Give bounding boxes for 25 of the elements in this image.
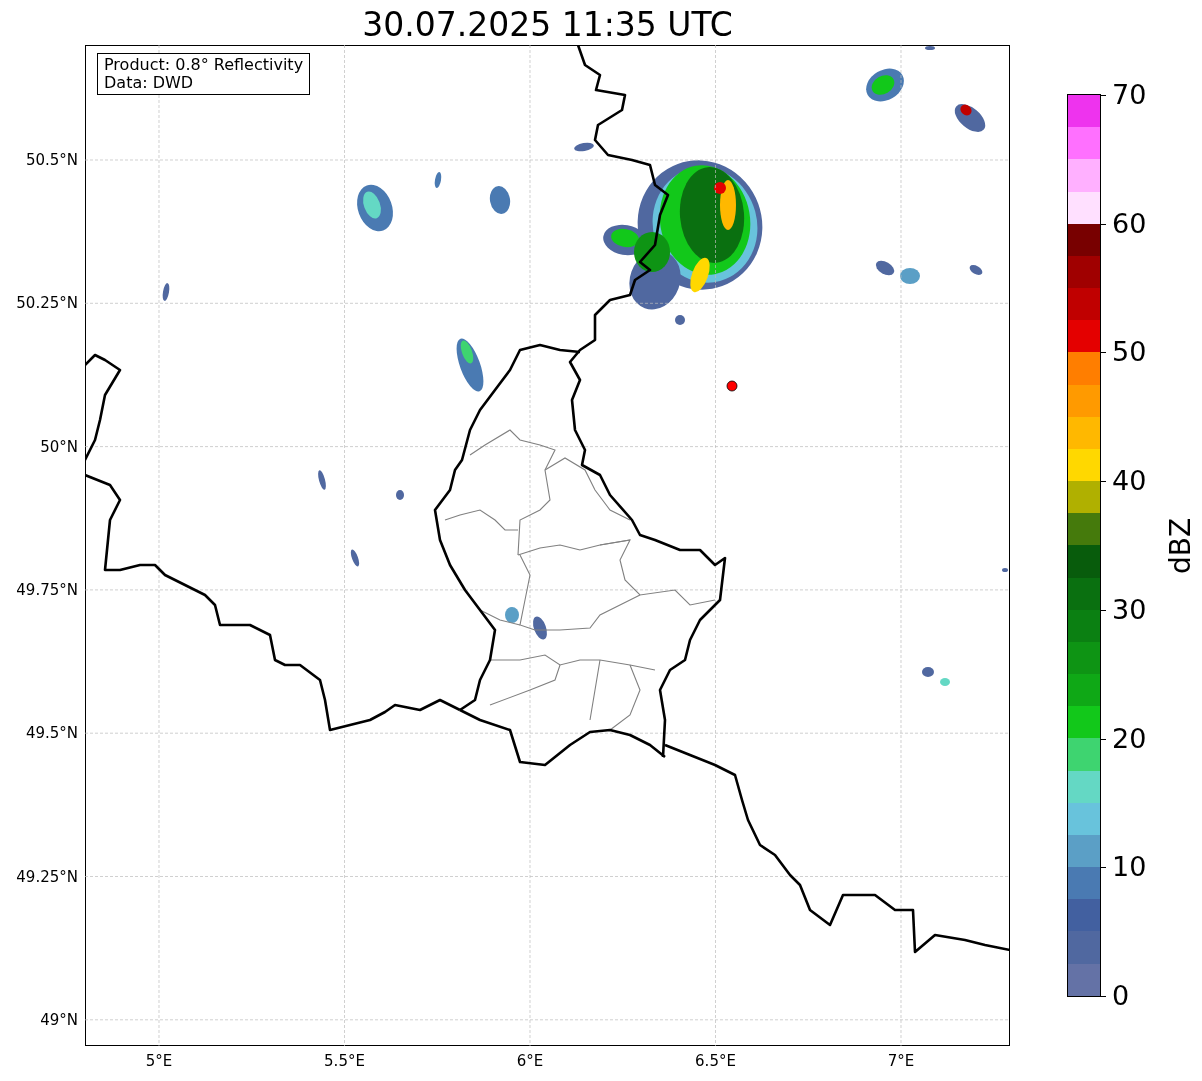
longitude-label: 6°E [516,1052,544,1070]
colorbar-tick-label: 0 [1112,981,1130,1011]
colorbar-tick-label: 20 [1112,723,1147,754]
latitude-label: 49.25°N [16,867,78,886]
chart-title: 30.07.2025 11:35 UTC [362,5,733,45]
longitude-label: 7°E [887,1052,915,1070]
info-text: Data: DWD [104,74,195,92]
colorbar-label: dBZ [1164,517,1197,574]
location-marker [726,380,738,392]
latitude-label: 49.5°N [25,724,78,743]
latitude-label: 50°N [40,437,78,456]
colorbar-tick-label: 70 [1112,80,1147,110]
colorbar-tick-label: 30 [1112,594,1147,625]
colorbar-tick-label: 10 [1112,852,1147,883]
info-text: Product: 0.8° Reflectivity [104,56,304,74]
colorbar-tick-label: 40 [1112,466,1147,497]
longitude-label: 6.5°E [695,1052,736,1070]
latitude-label: 49.75°N [16,580,78,599]
colorbar-tick-label: 50 [1112,337,1147,368]
latitude-label: 50.25°N [16,294,78,313]
colorbar-tick-label: 60 [1112,208,1147,239]
latitude-label: 49°N [40,1010,78,1029]
latitude-label: 50.5°N [25,151,78,169]
longitude-label: 5°E [145,1052,173,1070]
longitude-label: 5.5°E [324,1052,365,1070]
